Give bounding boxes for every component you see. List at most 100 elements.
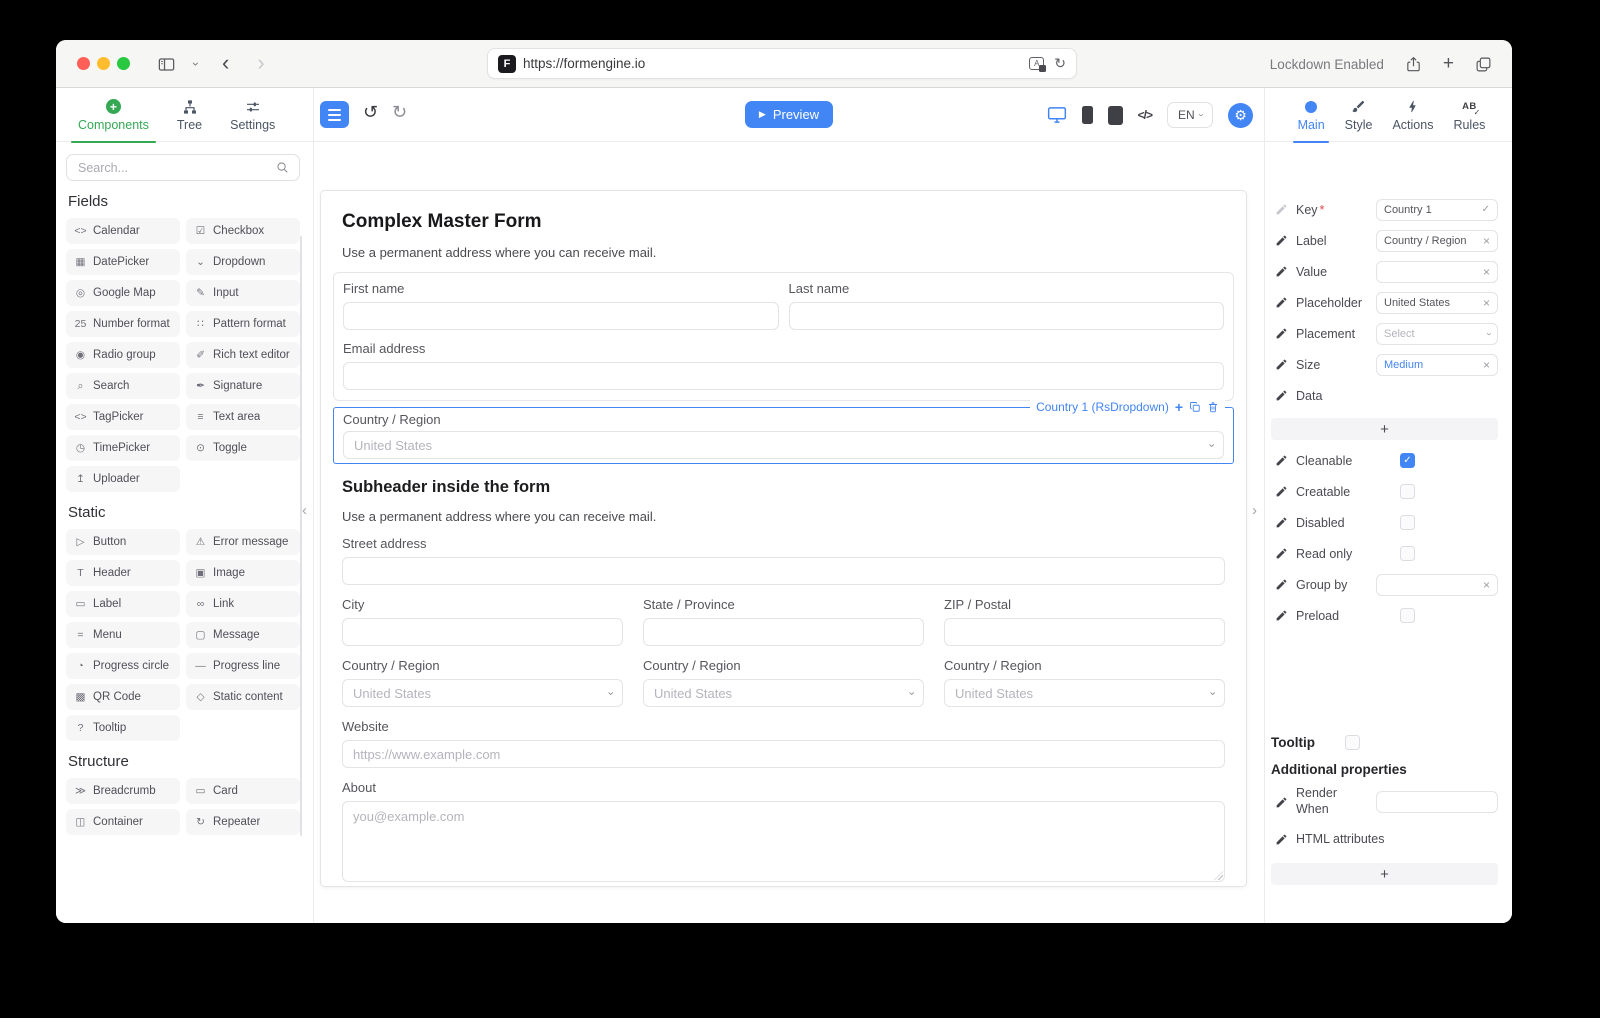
edit-property-icon[interactable] [1275,296,1288,309]
edit-property-icon[interactable] [1275,389,1288,402]
component-chip[interactable]: = Menu [66,622,180,648]
forward-icon[interactable]: › [257,51,264,74]
add-additional-property-button[interactable]: + [1271,863,1498,885]
menu-hamburger-button[interactable] [320,101,349,128]
edit-property-icon[interactable] [1275,454,1288,467]
clear-icon[interactable]: × [1483,579,1490,591]
component-chip[interactable]: ∞ Link [186,591,300,617]
state-input[interactable] [643,618,924,646]
email-input[interactable] [343,362,1224,390]
add-property-button[interactable]: + [1271,418,1498,440]
first-name-input[interactable] [343,302,779,330]
readonly-checkbox[interactable]: ✓ [1400,546,1415,561]
edit-property-icon[interactable] [1275,327,1288,340]
tab-components[interactable]: + Components [71,88,156,143]
back-icon[interactable]: ‹ [222,51,229,74]
preview-button[interactable]: ▶ Preview [745,101,833,128]
sidebar-toggle-icon[interactable] [157,55,176,74]
undo-icon[interactable]: ↺ [363,103,378,121]
edit-property-icon[interactable] [1275,547,1288,560]
clear-icon[interactable]: × [1483,359,1490,371]
edit-property-icon[interactable] [1275,265,1288,278]
component-chip[interactable]: ▭ Label [66,591,180,617]
component-chip[interactable]: ▢ Message [186,622,300,648]
code-view-icon[interactable]: </> [1138,108,1153,122]
groupby-input[interactable]: × [1376,573,1498,596]
add-component-icon[interactable]: + [1175,400,1183,414]
tab-rules[interactable]: AB ✓ Rules [1453,88,1485,142]
collapse-inspector-chevron[interactable]: › [1252,503,1257,518]
component-chip[interactable]: <> Calendar [66,218,180,244]
tooltip-checkbox[interactable]: ✓ [1344,735,1360,750]
zip-input[interactable] [944,618,1225,646]
mobile-view-icon[interactable] [1081,106,1093,124]
clear-icon[interactable]: × [1483,235,1490,247]
clear-icon[interactable]: × [1483,266,1490,278]
component-chip[interactable]: ? Tooltip [66,715,180,741]
country-select[interactable]: United States › [343,431,1224,459]
component-chip[interactable]: ☑ Checkbox [186,218,300,244]
last-name-input[interactable] [788,302,1224,330]
placeholder-input[interactable]: United States × [1376,291,1498,314]
edit-property-icon[interactable] [1275,516,1288,529]
render-when-input[interactable] [1376,791,1498,813]
tab-settings[interactable]: Settings [230,88,275,142]
component-chip[interactable]: ◎ Google Map [66,280,180,306]
reload-icon[interactable]: ↻ [1054,55,1066,72]
component-chip[interactable]: — Progress line [186,653,300,679]
tab-tree[interactable]: Tree [177,88,202,142]
form-settings-gear-icon[interactable]: ⚙ [1228,102,1253,128]
edit-property-icon[interactable] [1275,833,1288,846]
component-chip[interactable]: ↥ Uploader [66,466,180,492]
sidebar-chevron-down-icon[interactable]: › [189,62,203,66]
component-chip[interactable]: ✎ Input [186,280,300,306]
collapse-sidebar-chevron[interactable]: ‹ [302,503,307,518]
redo-icon[interactable]: ↻ [392,103,407,121]
city-input[interactable] [342,618,623,646]
creatable-checkbox[interactable]: ✓ [1400,484,1415,499]
component-chip[interactable]: ≫ Breadcrumb [66,778,180,804]
component-chip[interactable]: ≡ Text area [186,404,300,430]
component-chip[interactable]: ▷ Button [66,529,180,555]
sidebar-scrollbar[interactable] [300,236,302,836]
edit-property-icon[interactable] [1275,796,1288,809]
tablet-view-icon[interactable] [1107,105,1123,125]
component-chip[interactable]: <> TagPicker [66,404,180,430]
language-select[interactable]: EN › [1167,102,1213,128]
tab-actions[interactable]: Actions [1392,88,1433,142]
translate-icon[interactable]: A [1029,57,1047,72]
component-chip[interactable]: ✐ Rich text editor [186,342,300,368]
street-input[interactable] [342,557,1225,585]
key-input[interactable]: Country 1 ✓ [1376,198,1498,221]
edit-property-icon[interactable] [1275,485,1288,498]
tab-main[interactable]: Main [1293,88,1330,143]
component-chip[interactable]: 25 Number format [66,311,180,337]
about-textarea[interactable] [342,801,1225,882]
component-chip[interactable]: ◇ Static content [186,684,300,710]
component-chip[interactable]: ▣ Image [186,560,300,586]
component-chip[interactable]: ↻ Repeater [186,809,300,835]
edit-property-icon[interactable] [1275,234,1288,247]
component-chip[interactable]: ∷ Pattern format [186,311,300,337]
component-chip[interactable]: ⌕ Search [66,373,180,399]
duplicate-component-icon[interactable] [1189,401,1201,413]
delete-component-icon[interactable] [1207,401,1219,413]
clear-icon[interactable]: × [1483,297,1490,309]
edit-property-icon[interactable] [1275,203,1288,216]
component-chip[interactable]: ⊙ Toggle [186,435,300,461]
country-select[interactable]: United States › [342,679,623,707]
component-chip[interactable]: ◷ TimePicker [66,435,180,461]
minimize-button[interactable] [97,57,110,70]
country-select[interactable]: United States › [944,679,1225,707]
close-button[interactable] [77,57,90,70]
cleanable-checkbox[interactable]: ✓ [1400,453,1415,468]
value-input[interactable]: × [1376,260,1498,283]
selected-component-outline[interactable]: Country 1 (RsDropdown) + Country / Regio… [333,399,1234,464]
component-chip[interactable]: ✒ Signature [186,373,300,399]
desktop-view-icon[interactable] [1047,105,1067,125]
component-search[interactable] [66,154,300,181]
country-select[interactable]: United States › [643,679,924,707]
component-chip[interactable]: ⌄ Dropdown [186,249,300,275]
placement-select[interactable]: Select › [1376,322,1498,345]
disabled-checkbox[interactable]: ✓ [1400,515,1415,530]
